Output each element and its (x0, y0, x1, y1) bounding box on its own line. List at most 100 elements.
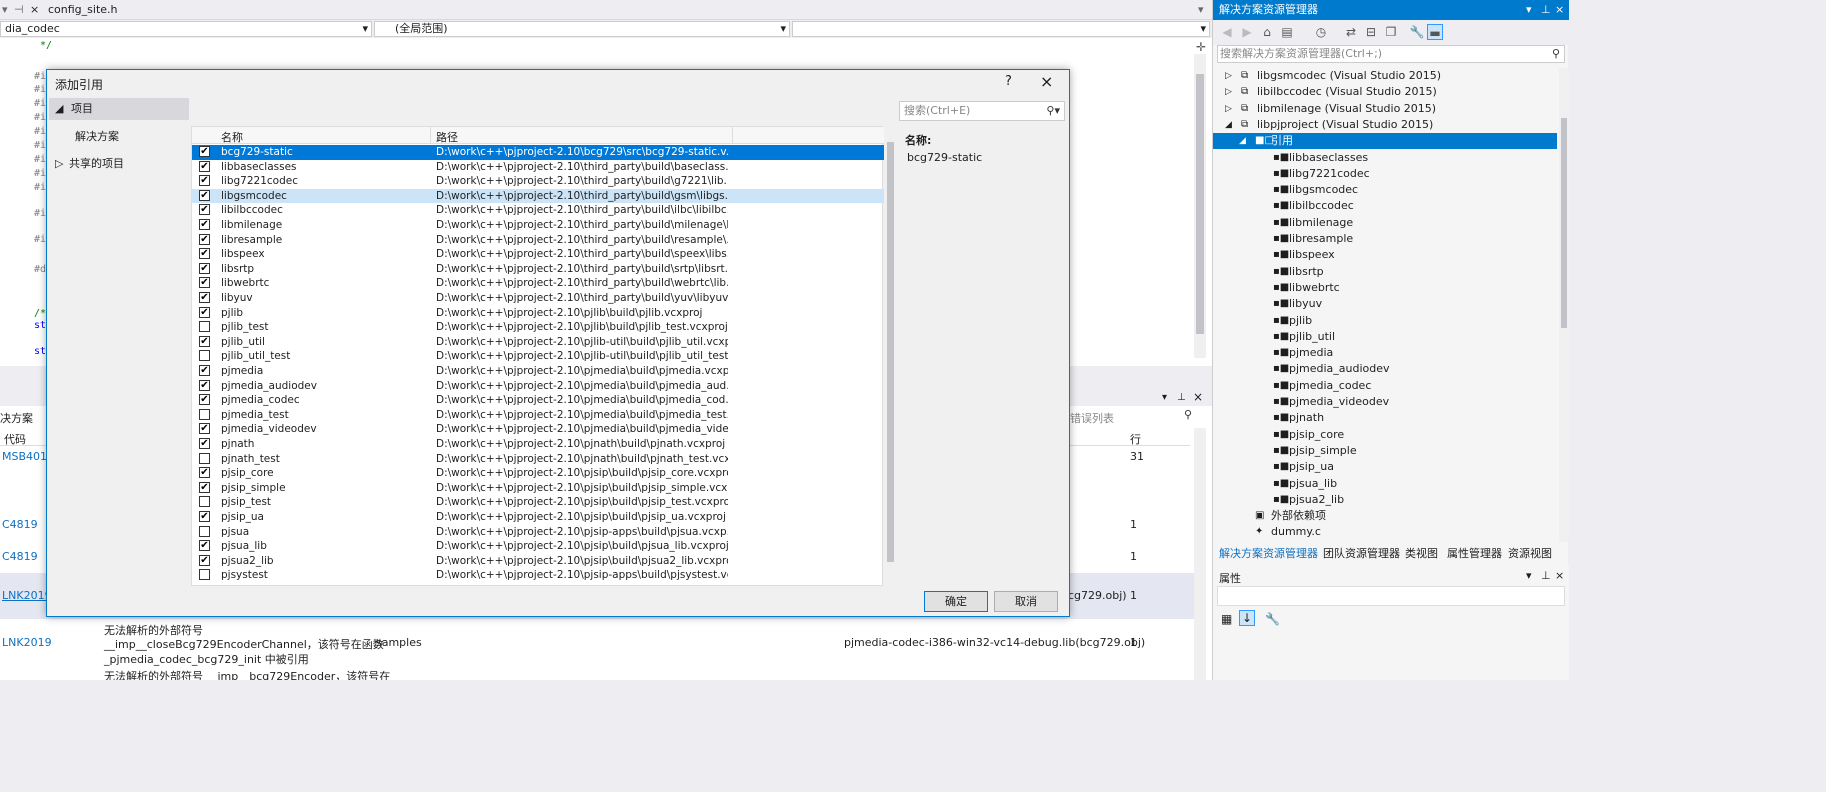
project-dropdown[interactable]: dia_codec ▾ (0, 21, 372, 37)
reference-checkbox[interactable] (199, 350, 210, 362)
collapse-all-icon[interactable]: ⊟ (1363, 24, 1379, 40)
reference-row[interactable]: ✔ pjsua_lib D:\work\c++\pjproject-2.10\pjs… (192, 539, 884, 554)
wrench-icon[interactable]: 🔧 (1409, 24, 1425, 40)
tree-references[interactable]: ◢ ■□ 引用 (1213, 133, 1557, 150)
reference-checkbox[interactable]: ✔ (199, 481, 210, 493)
reference-row[interactable]: pjnath_test D:\work\c++\pjproject-2.10\pj… (192, 452, 884, 467)
reference-row[interactable]: ✔ bcg729-static D:\work\c++\pjproject-2.10… (192, 145, 884, 160)
reference-checkbox[interactable]: ✔ (199, 335, 210, 347)
reference-row[interactable]: ✔ pjlib_util D:\work\c++\pjproject-2.10\pj… (192, 335, 884, 350)
reference-checkbox[interactable]: ✔ (199, 306, 210, 318)
tree-reference-item[interactable]: ▪■ libresample (1213, 231, 1557, 247)
tree-reference-item[interactable]: ▪■ pjmedia (1213, 345, 1557, 361)
home-icon[interactable]: ⌂ (1259, 24, 1275, 40)
reference-checkbox[interactable]: ✔ (199, 379, 210, 391)
reference-checkbox[interactable]: ✔ (199, 423, 210, 435)
tree-project[interactable]: ▷ ⧉ libilbccodec (Visual Studio 2015) (1213, 84, 1557, 100)
editor-scroll-thumb[interactable] (1196, 74, 1204, 334)
reference-row[interactable]: ✔ libresample D:\work\c++\pjproject-2.10\t… (192, 233, 884, 248)
reference-row[interactable]: ✔ libyuv D:\work\c++\pjproject-2.10\third_… (192, 291, 884, 306)
dialog-search-input[interactable]: 搜索(Ctrl+E) ⚲▾ (899, 101, 1065, 121)
tree-reference-item[interactable]: ▪■ libspeex (1213, 247, 1557, 263)
tree-reference-item[interactable]: ▪■ pjsip_core (1213, 427, 1557, 443)
preview-icon[interactable]: ▬ (1427, 24, 1443, 40)
collapsed-arrow-icon[interactable]: ▷ (1225, 84, 1232, 100)
reference-checkbox[interactable]: ✔ (199, 292, 210, 303)
member-dropdown[interactable]: ▾ (792, 21, 1210, 37)
tree-reference-item[interactable]: ▪■ pjsua_lib (1213, 476, 1557, 492)
reference-row[interactable]: ✔ pjmedia_audiodev D:\work\c++\pjproject-2… (192, 379, 884, 394)
reference-checkbox[interactable]: ✔ (199, 175, 210, 187)
tab-close-icon[interactable]: × (30, 3, 39, 16)
reference-row[interactable]: pjsystest D:\work\c++\pjproject-2.10\pjsi… (192, 568, 884, 583)
nav-projects[interactable]: ◢ 项目 (49, 98, 189, 120)
table-row[interactable]: 无法解析的外部符号 __imp__bcg729Encoder，该符号在 (0, 668, 1190, 680)
categorized-icon[interactable]: ▦ (1221, 612, 1232, 626)
tree-scrollbar[interactable] (1559, 68, 1569, 542)
reference-row[interactable]: ✔ libsrtp D:\work\c++\pjproject-2.10\third… (192, 262, 884, 277)
pin-icon[interactable]: ⊥ (1177, 392, 1186, 403)
column-line[interactable]: 行 (1130, 431, 1141, 447)
close-icon[interactable]: × (1555, 0, 1564, 20)
tab-team-explorer[interactable]: 团队资源管理器 (1323, 545, 1400, 561)
tree-file[interactable]: ✦ dummy.c (1213, 524, 1557, 540)
reference-row[interactable]: pjlib_test D:\work\c++\pjproject-2.10\pjl… (192, 320, 884, 335)
reference-checkbox[interactable]: ✔ (199, 160, 210, 172)
reference-checkbox[interactable] (199, 525, 210, 537)
dropdown-icon[interactable]: ▾ (1526, 0, 1532, 20)
tab-config-site[interactable]: config_site.h (48, 3, 118, 16)
reference-row[interactable]: ✔ libilbccodec D:\work\c++\pjproject-2.10\… (192, 203, 884, 218)
column-divider[interactable] (732, 127, 733, 144)
error-code[interactable]: C4819 (2, 518, 38, 531)
column-path[interactable]: 路径 (436, 129, 458, 145)
tree-reference-item[interactable]: ▪■ libsrtp (1213, 264, 1557, 280)
reference-checkbox[interactable]: ✔ (199, 219, 210, 230)
copy-icon[interactable]: ❐ (1383, 24, 1399, 40)
wrench-icon[interactable]: 🔧 (1265, 612, 1280, 626)
close-icon[interactable]: × (1193, 390, 1203, 404)
reference-row[interactable]: ✔ pjsip_core D:\work\c++\pjproject-2.10\pj… (192, 466, 884, 481)
tree-reference-item[interactable]: ▪■ pjsip_ua (1213, 459, 1557, 475)
tree-reference-item[interactable]: ▪■ libmilenage (1213, 215, 1557, 231)
expanded-arrow-icon[interactable]: ◢ (1225, 117, 1232, 133)
reference-checkbox[interactable] (199, 496, 210, 508)
dropdown-icon[interactable]: ▾ (1162, 392, 1167, 403)
dropdown-icon[interactable]: ▾ (1526, 569, 1532, 582)
reference-checkbox[interactable]: ✔ (199, 540, 210, 552)
reference-row[interactable]: ✔ libg7221codec D:\work\c++\pjproject-2.10… (192, 174, 884, 189)
reference-row[interactable]: pjsua D:\work\c++\pjproject-2.10\pjsip-ap… (192, 525, 884, 540)
history-icon[interactable]: ◷ (1313, 24, 1329, 40)
tree-project[interactable]: ◢ ⧉ libpjproject (Visual Studio 2015) (1213, 117, 1557, 133)
reference-row[interactable]: ✔ libmilenage D:\work\c++\pjproject-2.10\t… (192, 218, 884, 233)
error-code[interactable]: LNK2019 (2, 589, 52, 602)
reference-row[interactable]: pjmedia_test D:\work\c++\pjproject-2.10\p… (192, 408, 884, 423)
tree-project[interactable]: ▷ ⧉ libgsmcodec (Visual Studio 2015) (1213, 68, 1557, 84)
pin-icon[interactable]: ⊥ (1541, 0, 1551, 20)
help-button[interactable]: ? (1005, 74, 1012, 89)
tree-reference-item[interactable]: ▪■ pjlib (1213, 313, 1557, 329)
scope-dropdown[interactable]: (全局范围) ▾ (374, 21, 790, 37)
reference-row[interactable]: ✔ libbaseclasses D:\work\c++\pjproject-2.1… (192, 160, 884, 175)
tree-reference-item[interactable]: ▪■ libgsmcodec (1213, 182, 1557, 198)
reference-row[interactable]: ✔ pjlib D:\work\c++\pjproject-2.10\pjlib\b… (192, 306, 884, 321)
sync-icon[interactable]: ⇄ (1343, 24, 1359, 40)
error-code[interactable]: LNK2019 (2, 636, 52, 649)
alphabetical-icon[interactable]: ↓ (1239, 610, 1256, 626)
expanded-arrow-icon[interactable]: ◢ (1239, 133, 1246, 149)
tree-reference-item[interactable]: ▪■ pjsip_simple (1213, 443, 1557, 459)
back-icon[interactable]: ◀ (1219, 24, 1235, 40)
pin-icon[interactable]: ⊥ (1541, 569, 1551, 582)
tree-project[interactable]: ▷ ⧉ libmilenage (Visual Studio 2015) (1213, 101, 1557, 117)
dialog-close-button[interactable]: × (1040, 72, 1053, 91)
split-icon[interactable]: ✛ (1196, 40, 1206, 54)
forward-icon[interactable]: ▶ (1239, 24, 1255, 40)
reference-row[interactable]: ✔ libgsmcodec D:\work\c++\pjproject-2.10\t… (192, 188, 884, 204)
reference-checkbox[interactable]: ✔ (199, 394, 210, 406)
tree-reference-item[interactable]: ▪■ pjsua2_lib (1213, 492, 1557, 508)
reference-checkbox[interactable]: ✔ (199, 467, 210, 479)
tree-reference-item[interactable]: ▪■ libwebrtc (1213, 280, 1557, 296)
reference-checkbox[interactable]: ✔ (199, 365, 210, 376)
cancel-button[interactable]: 取消 (994, 591, 1058, 612)
tree-reference-item[interactable]: ▪■ pjlib_util (1213, 329, 1557, 345)
reference-row[interactable]: pjlib_util_test D:\work\c++\pjproject-2.1… (192, 349, 884, 364)
